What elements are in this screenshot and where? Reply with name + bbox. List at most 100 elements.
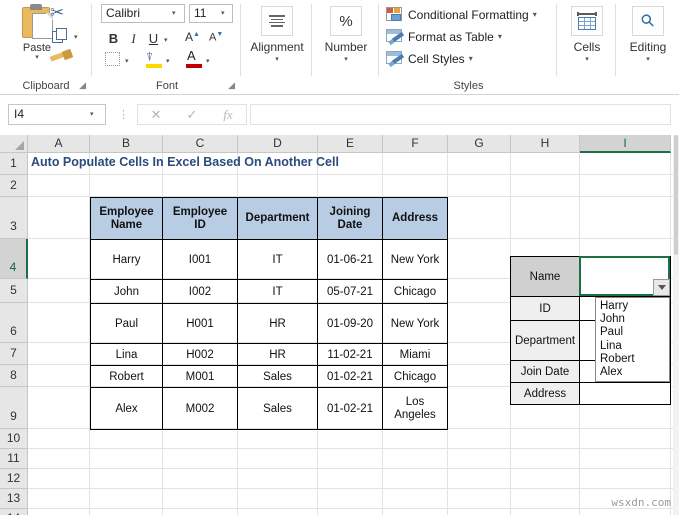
fill-color-icon[interactable]: ⍒ bbox=[145, 50, 163, 68]
number-dropdown-caret[interactable]: ▾ bbox=[313, 55, 379, 63]
data-validation-dropdown-button[interactable] bbox=[653, 279, 670, 296]
conditional-formatting-label: Conditional Formatting bbox=[408, 7, 529, 22]
ribbon-group-styles: Conditional Formatting ▾ Format as Table… bbox=[380, 0, 557, 94]
dropdown-option-john[interactable]: John bbox=[600, 313, 669, 326]
insert-cells-icon bbox=[577, 12, 597, 30]
increase-font-size-button[interactable]: A▲ bbox=[185, 30, 200, 44]
cell-name: Robert bbox=[90, 365, 163, 388]
insert-function-button[interactable]: fx bbox=[210, 105, 246, 124]
row-header-3[interactable]: 3 bbox=[0, 197, 28, 239]
number-format-button[interactable]: % bbox=[330, 6, 362, 36]
underline-button[interactable]: U bbox=[145, 30, 162, 47]
form-row-address[interactable]: Address bbox=[510, 382, 671, 405]
editing-dropdown-caret[interactable]: ▾ bbox=[617, 55, 679, 63]
row-header-14[interactable]: 14 bbox=[0, 509, 28, 515]
dropdown-option-paul[interactable]: Paul bbox=[600, 326, 669, 339]
fill-color-caret[interactable]: ▾ bbox=[166, 57, 170, 65]
italic-button[interactable]: I bbox=[125, 30, 142, 47]
dropdown-option-alex[interactable]: Alex bbox=[600, 366, 669, 379]
row-header-12[interactable]: 12 bbox=[0, 469, 28, 489]
column-headers: A B C D E F G H I bbox=[0, 135, 679, 153]
column-header-A[interactable]: A bbox=[28, 135, 90, 153]
cell-name: John bbox=[90, 279, 163, 304]
copy-dropdown-caret[interactable]: ▾ bbox=[74, 33, 78, 41]
column-header-F[interactable]: F bbox=[383, 135, 448, 153]
table-row[interactable]: Harry I001 IT 01-06-21 New York bbox=[90, 239, 448, 280]
format-as-table-caret[interactable]: ▾ bbox=[498, 32, 502, 41]
table-row[interactable]: John I002 IT 05-07-21 Chicago bbox=[90, 279, 448, 304]
name-box-caret[interactable]: ▾ bbox=[90, 110, 94, 118]
cut-icon[interactable]: ✂ bbox=[50, 3, 64, 23]
form-label-address: Address bbox=[510, 382, 580, 405]
column-header-G[interactable]: G bbox=[448, 135, 511, 153]
copy-icon[interactable] bbox=[52, 28, 70, 44]
font-color-caret[interactable]: ▾ bbox=[206, 57, 210, 65]
excel-window: Paste ▾ ✂ ▾ Clipboard ◢ Calibri ▾ 11 ▾ B… bbox=[0, 0, 679, 515]
row-header-4[interactable]: 4 bbox=[0, 239, 28, 279]
row-header-1[interactable]: 1 bbox=[0, 153, 28, 175]
table-row[interactable]: Robert M001 Sales 01-02-21 Chicago bbox=[90, 365, 448, 388]
row-header-13[interactable]: 13 bbox=[0, 489, 28, 509]
form-label-department: Department bbox=[510, 320, 580, 361]
column-header-H[interactable]: H bbox=[511, 135, 580, 153]
cell-join-date: 01-02-21 bbox=[317, 387, 383, 430]
cell-styles-icon bbox=[386, 50, 405, 67]
header-employee-id: Employee ID bbox=[162, 197, 238, 240]
dropdown-option-lina[interactable]: Lina bbox=[600, 340, 669, 353]
underline-caret[interactable]: ▾ bbox=[164, 36, 168, 44]
alignment-dropdown-caret[interactable]: ▾ bbox=[242, 55, 312, 63]
cell-styles-label: Cell Styles bbox=[408, 51, 465, 66]
decrease-font-size-button[interactable]: A▼ bbox=[209, 31, 223, 44]
font-color-icon[interactable]: A bbox=[185, 48, 203, 68]
formula-input[interactable] bbox=[250, 104, 671, 125]
font-dialog-launcher[interactable]: ◢ bbox=[228, 80, 235, 91]
employee-data-table: Employee Name Employee ID Department Joi… bbox=[90, 197, 448, 430]
cell-styles-caret[interactable]: ▾ bbox=[469, 54, 473, 63]
column-header-C[interactable]: C bbox=[163, 135, 238, 153]
cells-button[interactable] bbox=[571, 6, 603, 36]
cell-id: H001 bbox=[162, 303, 238, 344]
row-header-6[interactable]: 6 bbox=[0, 303, 28, 343]
dropdown-option-robert[interactable]: Robert bbox=[600, 353, 669, 366]
editing-button[interactable]: ⚲ bbox=[632, 6, 664, 36]
row-header-10[interactable]: 10 bbox=[0, 429, 28, 449]
borders-icon[interactable] bbox=[105, 52, 120, 66]
select-all-corner[interactable] bbox=[0, 135, 28, 153]
row-header-7[interactable]: 7 bbox=[0, 343, 28, 365]
table-row[interactable]: Lina H002 HR 11-02-21 Miami bbox=[90, 343, 448, 366]
dropdown-list[interactable]: Harry John Paul Lina Robert Alex bbox=[595, 297, 670, 383]
column-header-D[interactable]: D bbox=[238, 135, 318, 153]
table-row[interactable]: Alex M002 Sales 01-02-21 Los Angeles bbox=[90, 387, 448, 430]
column-header-I[interactable]: I bbox=[580, 135, 671, 153]
row-header-9[interactable]: 9 bbox=[0, 387, 28, 429]
cell-styles-button[interactable]: Cell Styles ▾ bbox=[386, 48, 473, 69]
conditional-formatting-button[interactable]: Conditional Formatting ▾ bbox=[386, 4, 537, 25]
header-employee-name: Employee Name bbox=[90, 197, 163, 240]
font-size-caret[interactable]: ▾ bbox=[221, 9, 238, 17]
cells-area[interactable]: Auto Populate Cells In Excel Based On An… bbox=[28, 153, 679, 515]
table-row[interactable]: Paul H001 HR 01-09-20 New York bbox=[90, 303, 448, 344]
cell-name: Alex bbox=[90, 387, 163, 430]
conditional-formatting-caret[interactable]: ▾ bbox=[533, 10, 537, 19]
row-header-8[interactable]: 8 bbox=[0, 365, 28, 387]
column-header-E[interactable]: E bbox=[318, 135, 383, 153]
form-label-name: Name bbox=[510, 256, 580, 297]
row-header-2[interactable]: 2 bbox=[0, 175, 28, 197]
row-header-11[interactable]: 11 bbox=[0, 449, 28, 469]
formula-bar-grip: ⋮ bbox=[118, 109, 129, 121]
format-as-table-button[interactable]: Format as Table ▾ bbox=[386, 26, 502, 47]
form-value-address[interactable] bbox=[579, 382, 671, 405]
cancel-entry-button[interactable]: ✕ bbox=[138, 105, 174, 124]
cell-id: I002 bbox=[162, 279, 238, 304]
confirm-entry-button[interactable]: ✓ bbox=[174, 105, 210, 124]
column-header-B[interactable]: B bbox=[90, 135, 163, 153]
vertical-scrollbar[interactable] bbox=[673, 135, 679, 515]
clipboard-dialog-launcher[interactable]: ◢ bbox=[79, 80, 86, 91]
cell-department: HR bbox=[237, 303, 318, 344]
cells-dropdown-caret[interactable]: ▾ bbox=[558, 55, 616, 63]
row-header-5[interactable]: 5 bbox=[0, 279, 28, 303]
borders-caret[interactable]: ▾ bbox=[125, 57, 129, 65]
alignment-button[interactable] bbox=[261, 6, 293, 36]
bold-button[interactable]: B bbox=[105, 30, 122, 47]
dropdown-option-harry[interactable]: Harry bbox=[600, 300, 669, 313]
